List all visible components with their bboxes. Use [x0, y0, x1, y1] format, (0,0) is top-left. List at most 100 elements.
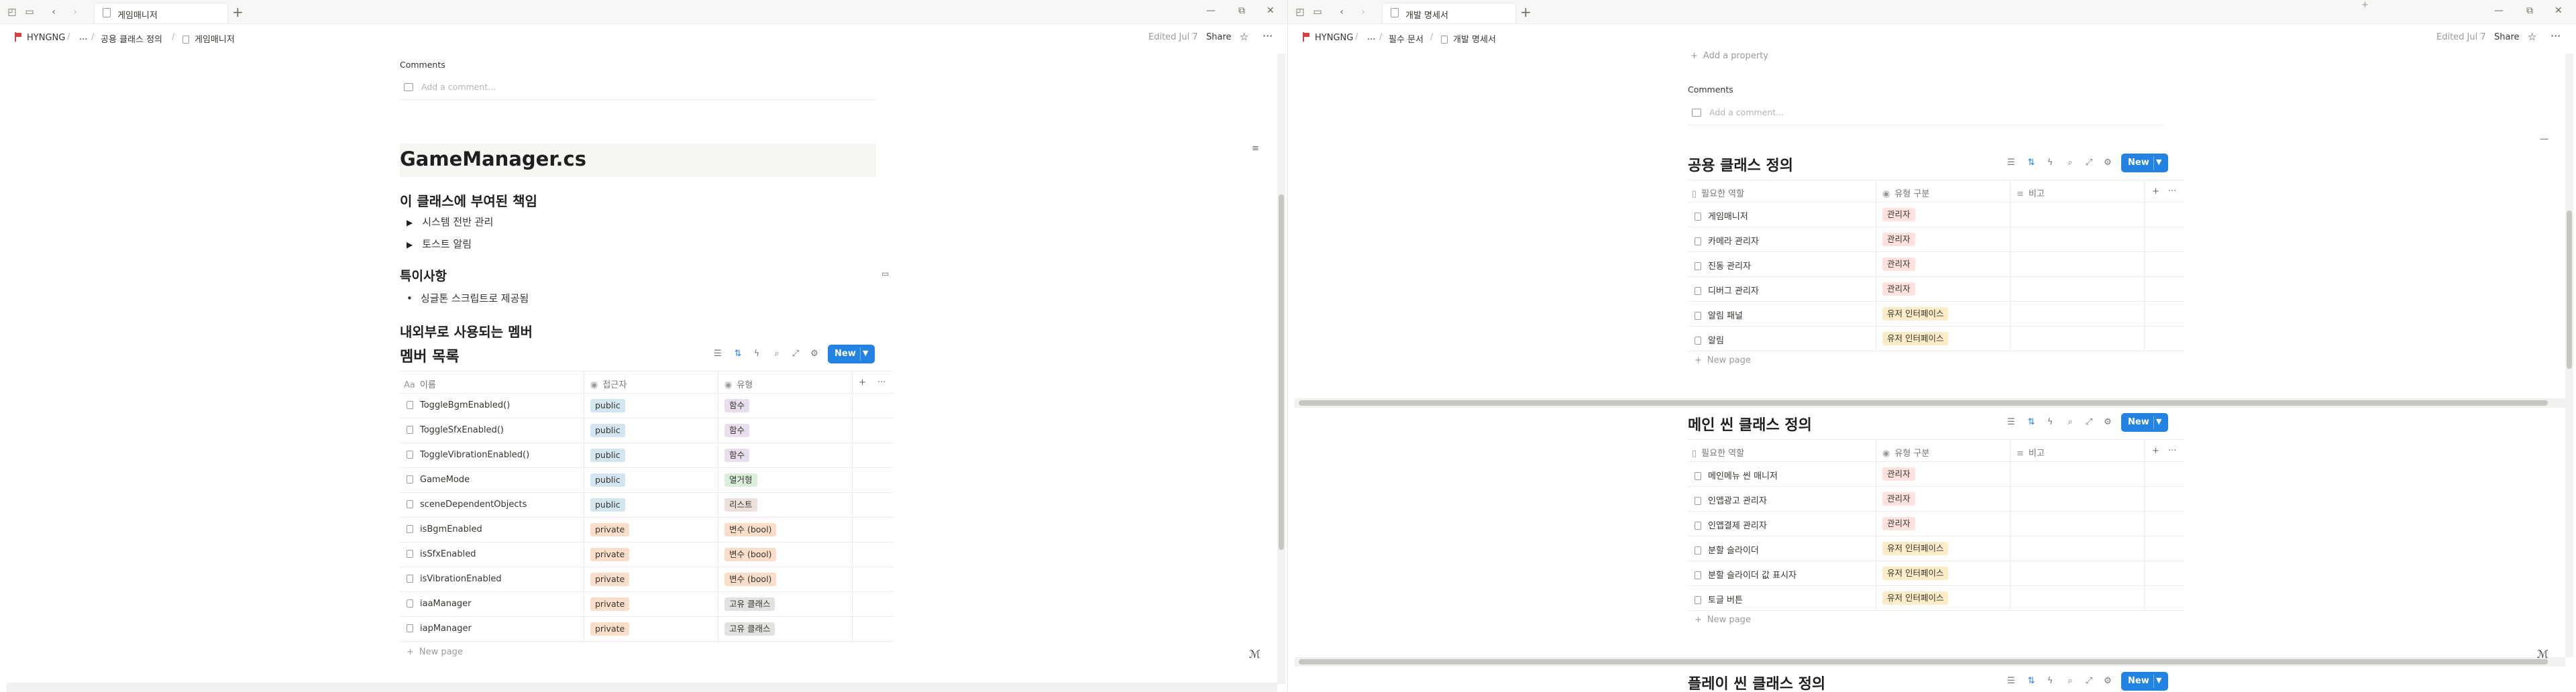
row-title[interactable]: 인앱결제 관리자 [1695, 518, 1767, 531]
help-icon[interactable]: ℳ [2537, 648, 2548, 660]
scrollbar-thumb[interactable] [2567, 211, 2572, 369]
search-icon[interactable]: ⌕ [2065, 676, 2076, 686]
new-button[interactable]: New ▼ [828, 345, 875, 363]
breadcrumb-current[interactable]: 개발 명세서 [1441, 32, 1496, 45]
new-page-button[interactable]: New page [407, 647, 463, 657]
expand-icon[interactable]: ⤢ [2084, 158, 2094, 168]
help-icon[interactable]: ℳ [1249, 648, 1260, 660]
scrollbar-thumb[interactable] [1299, 400, 2548, 406]
search-icon[interactable]: ⌕ [2065, 417, 2076, 427]
breadcrumb-parent[interactable]: 필수 문서 [1389, 32, 1424, 45]
expand-icon[interactable]: ⤢ [790, 349, 801, 359]
close-icon[interactable]: ✕ [2555, 5, 2563, 16]
close-icon[interactable]: ✕ [1267, 5, 1275, 16]
row-title[interactable]: 게임매니저 [1695, 209, 1748, 222]
comment-bubble-icon[interactable]: ▭ [881, 269, 889, 278]
row-title[interactable]: ToggleSfxEnabled() [407, 425, 504, 435]
table-row[interactable]: 카메라 관리자 관리자 [1688, 227, 2184, 252]
column-name[interactable]: Aa 이름 [404, 378, 436, 390]
row-title[interactable]: 카메라 관리자 [1695, 234, 1759, 247]
automation-icon[interactable]: ϟ [751, 349, 762, 359]
table-row[interactable]: 인앱결제 관리자 관리자 [1688, 512, 2184, 536]
row-title[interactable]: 알림 패널 [1695, 308, 1743, 321]
table-row[interactable]: 분할 슬라이더 유저 인터페이스 [1688, 536, 2184, 561]
row-title[interactable]: 알림 [1695, 333, 1724, 346]
table-row[interactable]: iapManager private 고유 클래스 [400, 617, 894, 642]
settings-icon[interactable]: ⚙ [2102, 676, 2113, 686]
chevron-down-icon[interactable]: ▼ [2156, 158, 2161, 166]
comment-input[interactable]: Add a comment... [1709, 107, 1784, 117]
more-menu-icon[interactable]: ··· [2551, 30, 2561, 42]
table-row[interactable]: 메인메뉴 씬 매니저 관리자 [1688, 462, 2184, 487]
comment-input[interactable]: Add a comment... [421, 82, 496, 92]
column-role[interactable]: ▯ 필요한 역할 [1692, 186, 1744, 199]
row-title[interactable]: ToggleBgmEnabled() [407, 400, 510, 410]
more-icon[interactable]: ··· [2168, 186, 2176, 196]
column-note[interactable]: ≡ 비고 [2017, 446, 2045, 459]
back-icon[interactable]: ‹ [1335, 5, 1348, 19]
table-row[interactable]: GameMode public 열거형 [400, 468, 894, 493]
add-column-icon[interactable]: + [2152, 446, 2159, 456]
tab-active[interactable]: 개발 명세서 [1382, 3, 1516, 23]
row-title[interactable]: GameMode [407, 475, 470, 485]
column-role[interactable]: ▯ 필요한 역할 [1692, 446, 1744, 459]
expand-icon[interactable]: ⤢ [2084, 417, 2094, 427]
settings-icon[interactable]: ⚙ [809, 349, 820, 359]
row-title[interactable]: ToggleVibrationEnabled() [407, 450, 529, 460]
scrollbar-thumb[interactable] [1299, 659, 2548, 665]
add-property-button[interactable]: Add a property [1690, 51, 1768, 61]
settings-icon[interactable]: ⚙ [2102, 417, 2113, 427]
search-icon[interactable]: ⌕ [2065, 158, 2076, 168]
new-button[interactable]: New ▼ [2121, 413, 2168, 432]
filter-icon[interactable]: ☰ [2006, 417, 2017, 427]
row-title[interactable]: 진동 관리자 [1695, 259, 1751, 272]
table-row[interactable]: ToggleSfxEnabled() public 함수 [400, 418, 894, 443]
sidebar-toggle-icon[interactable]: ▭ [23, 5, 36, 19]
app-menu-icon[interactable]: ◰ [5, 5, 19, 19]
row-title[interactable]: iapManager [407, 624, 472, 634]
minimize-icon[interactable]: — [1206, 5, 1216, 16]
more-icon[interactable]: ··· [877, 378, 885, 388]
sort-icon[interactable]: ⇅ [733, 349, 743, 359]
row-title[interactable]: 메인메뉴 씬 매니저 [1695, 469, 1778, 481]
sidebar-toggle-icon[interactable]: ▭ [1311, 5, 1324, 19]
table-row[interactable]: isVibrationEnabled private 변수 (bool) [400, 567, 894, 592]
new-page-button[interactable]: New page [1695, 355, 1751, 365]
table-row[interactable]: isSfxEnabled private 변수 (bool) [400, 542, 894, 567]
settings-icon[interactable]: ⚙ [2102, 158, 2113, 168]
table-row[interactable]: ToggleVibrationEnabled() public 함수 [400, 443, 894, 468]
breadcrumb-root[interactable]: HYNGNG [15, 32, 65, 43]
automation-icon[interactable]: ϟ [2045, 158, 2055, 168]
row-title[interactable]: 분할 슬라이더 값 표시자 [1695, 568, 1796, 581]
table-row[interactable]: iaaManager private 고유 클래스 [400, 592, 894, 617]
scrollbar-horizontal[interactable] [1295, 398, 2565, 408]
row-title[interactable]: isBgmEnabled [407, 524, 482, 534]
row-title[interactable]: isVibrationEnabled [407, 574, 502, 584]
column-note[interactable]: ≡ 비고 [2017, 186, 2045, 199]
breadcrumb-current[interactable]: 게임매니저 [182, 32, 235, 45]
table-row[interactable]: 알림 패널 유저 인터페이스 [1688, 302, 2184, 327]
filter-icon[interactable]: ☰ [2006, 676, 2017, 686]
expand-icon[interactable]: ⤢ [2084, 676, 2094, 686]
row-title[interactable]: 인앱광고 관리자 [1695, 494, 1767, 506]
app-menu-icon[interactable]: ◰ [1293, 5, 1307, 19]
automation-icon[interactable]: ϟ [2045, 676, 2055, 686]
more-menu-icon[interactable]: ··· [1263, 30, 1273, 42]
chevron-down-icon[interactable]: ▼ [2156, 676, 2161, 685]
new-tab-icon[interactable]: + [232, 4, 244, 20]
table-row[interactable]: 알림 유저 인터페이스 [1688, 327, 2184, 351]
toggle-item[interactable]: ▶ 시스템 전반 관리 [407, 215, 493, 229]
filter-icon[interactable]: ☰ [2006, 158, 2017, 168]
table-row[interactable]: ToggleBgmEnabled() public 함수 [400, 394, 894, 418]
sort-icon[interactable]: ⇅ [2026, 158, 2037, 168]
scrollbar-horizontal[interactable] [1295, 657, 2565, 667]
tab-active[interactable]: 게임매니저 [94, 3, 228, 23]
row-title[interactable]: 분할 슬라이더 [1695, 543, 1759, 556]
scrollbar-vertical[interactable] [1277, 54, 1285, 684]
row-title[interactable]: iaaManager [407, 599, 472, 609]
restore-icon[interactable]: ⧉ [1238, 5, 1245, 16]
forward-icon[interactable]: › [68, 5, 82, 19]
favorite-star-icon[interactable]: ☆ [1240, 31, 1248, 43]
table-row[interactable]: sceneDependentObjects public 리스트 [400, 493, 894, 518]
automation-icon[interactable]: ϟ [2045, 417, 2055, 427]
